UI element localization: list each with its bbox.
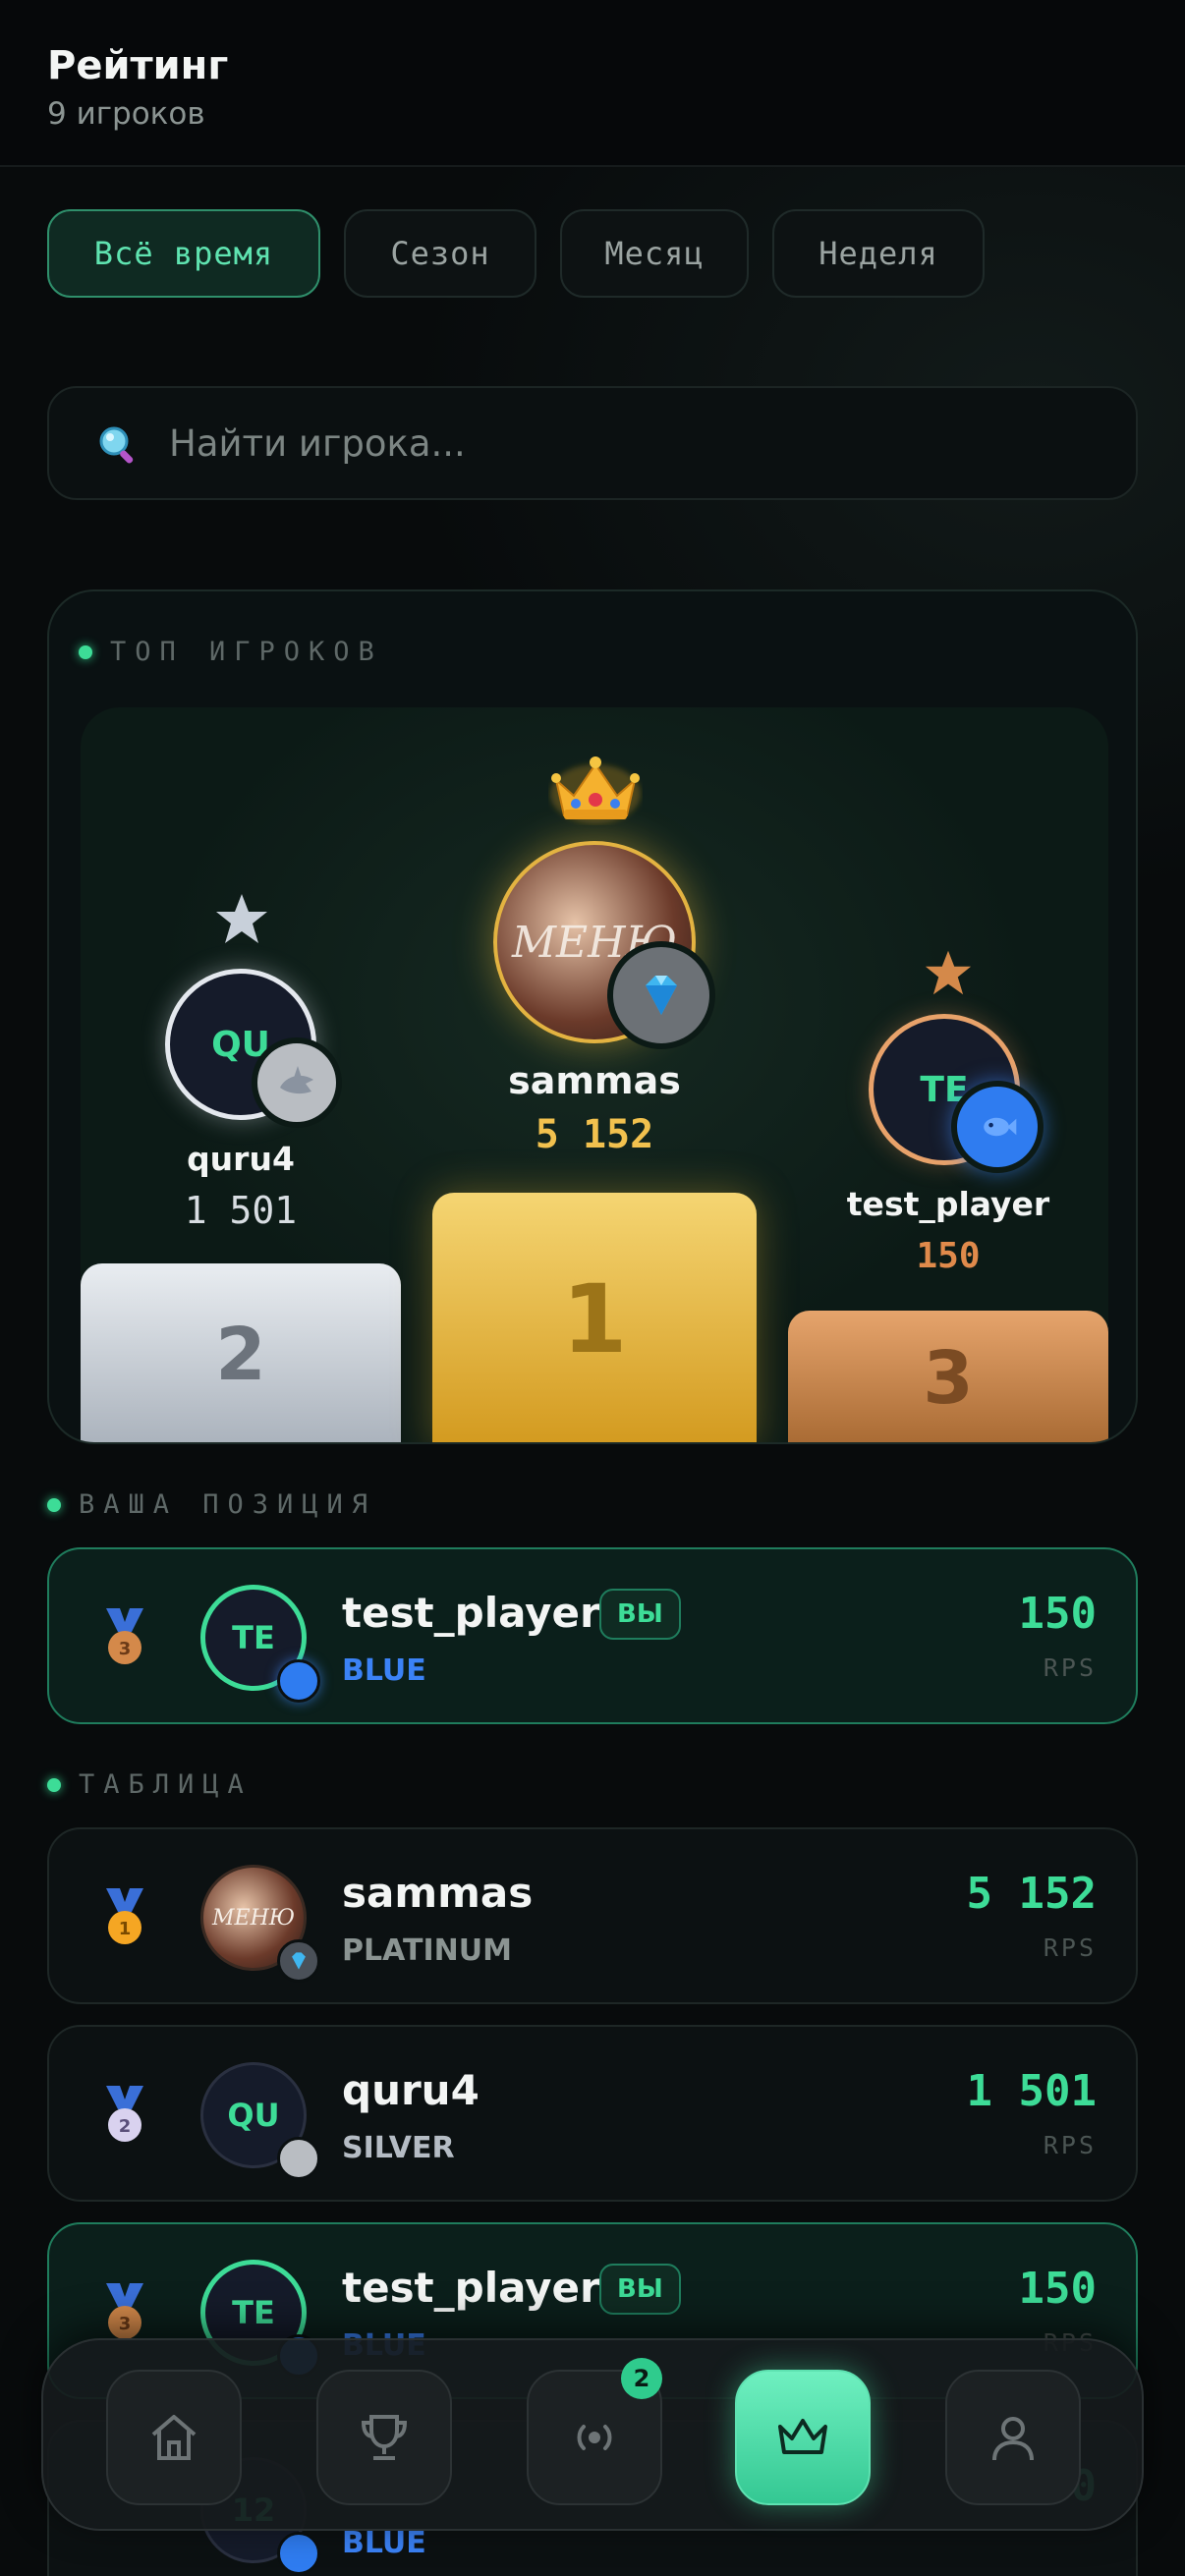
shark-icon [277, 2137, 320, 2180]
podium-score-3: 150 [916, 1236, 981, 1276]
svg-text:1: 1 [119, 1919, 132, 1939]
table-label: ТАБЛИЦА [79, 1769, 253, 1800]
podium-place-2: 2 [215, 1313, 266, 1397]
star-icon [216, 894, 267, 943]
svg-text:3: 3 [119, 2314, 132, 2334]
svg-text:2: 2 [119, 2116, 132, 2137]
heading-dot [47, 1777, 61, 1792]
trophy-icon [361, 2415, 408, 2460]
heading-dot [47, 1497, 61, 1512]
top-players-label: ТОП ИГРОКОВ [110, 637, 383, 667]
podium-place-3: 3 [923, 1336, 974, 1421]
player-name: test_player [342, 2264, 600, 2312]
nav-profile-button[interactable] [945, 2370, 1081, 2505]
table-row[interactable]: 2 QU quru4 SILVER 1 501 RPS [47, 2025, 1138, 2202]
broadcast-icon [577, 2425, 612, 2450]
table-row[interactable]: 1 МЕНЮ sammas PLATINUM 5 152 RPS [47, 1827, 1138, 2004]
search-icon [99, 426, 134, 464]
my-score: 150 [1018, 1589, 1097, 1639]
fish-icon [951, 1081, 1044, 1173]
podium-block-2: 2 [81, 1263, 401, 1442]
crown-icon [550, 756, 641, 823]
svg-text:3: 3 [119, 1639, 132, 1659]
players-count: 9 игроков [47, 96, 205, 132]
my-score-unit: RPS [1043, 1653, 1097, 1682]
notification-badge: 2 [621, 2358, 662, 2399]
bronze-medal-icon: 3 [106, 2283, 143, 2339]
filter-season[interactable]: Сезон [344, 209, 536, 298]
avatar-initials: TE [232, 2294, 275, 2331]
player-name: sammas [342, 1869, 534, 1917]
star-icon [925, 950, 972, 995]
bottom-nav: 2 [41, 2338, 1144, 2531]
player-score: 1 501 [966, 2066, 1097, 2116]
avatar-initials: TE [232, 1619, 275, 1656]
silver-medal-icon: 2 [106, 2086, 143, 2142]
podium-name-2: quru4 [187, 1140, 295, 1178]
player-name: quru4 [342, 2066, 480, 2114]
player-tier: BLUE [342, 2526, 426, 2560]
home-icon [151, 2415, 197, 2460]
crown-icon [778, 2419, 827, 2454]
fish-icon [277, 2532, 320, 2575]
podium-block-1: 1 [432, 1193, 757, 1442]
podium-name-1: sammas [508, 1059, 681, 1102]
my-tier: BLUE [342, 1653, 426, 1688]
avatar-photo-text: МЕНЮ [211, 1905, 296, 1931]
podium: МЕНЮ sammas 5 152 QU quru4 1 501 TE test… [81, 707, 1108, 1442]
avatar-initials: QU [227, 2097, 280, 2134]
page-title: Рейтинг [47, 43, 229, 88]
diamond-icon [277, 1939, 320, 1983]
filter-month[interactable]: Месяц [560, 209, 749, 298]
shark-icon [252, 1037, 342, 1128]
gold-medal-icon: 1 [106, 1888, 143, 1944]
player-tier: PLATINUM [342, 1933, 512, 1968]
fish-icon [277, 1659, 320, 1703]
you-badge: ВЫ [599, 2264, 681, 2315]
player-score: 150 [1018, 2264, 1097, 2314]
podium-place-1: 1 [561, 1264, 628, 1374]
filter-all-time[interactable]: Всё время [47, 209, 320, 298]
search-input[interactable] [169, 388, 1053, 498]
search-box[interactable] [47, 386, 1138, 500]
top-players-heading: ТОП ИГРОКОВ [79, 637, 383, 667]
nav-home-button[interactable] [106, 2370, 242, 2505]
podium-block-3: 3 [788, 1311, 1108, 1442]
my-name: test_player [342, 1589, 600, 1637]
heading-dot [79, 644, 92, 659]
nav-broadcast-button[interactable]: 2 [527, 2358, 662, 2505]
bronze-medal-icon: 3 [106, 1608, 143, 1664]
nav-trophy-button[interactable] [316, 2370, 452, 2505]
nav-rating-button[interactable] [735, 2370, 871, 2505]
player-score: 5 152 [966, 1869, 1097, 1919]
my-position-row[interactable]: 3 TE test_player ВЫ BLUE 150 RPS [47, 1547, 1138, 1724]
score-unit: RPS [1043, 1933, 1097, 1962]
podium-name-3: test_player [846, 1185, 1050, 1223]
podium-score-1: 5 152 [535, 1112, 654, 1157]
diamond-icon [607, 941, 715, 1049]
profile-icon [992, 2417, 1034, 2461]
header: Рейтинг 9 игроков [0, 0, 1185, 167]
score-unit: RPS [1043, 2131, 1097, 2159]
filter-week[interactable]: Неделя [772, 209, 985, 298]
player-tier: SILVER [342, 2131, 455, 2165]
your-position-label: ВАША ПОЗИЦИЯ [79, 1489, 377, 1520]
you-badge: ВЫ [599, 1589, 681, 1640]
top-players-card: ТОП ИГРОКОВ МЕНЮ sammas 5 152 QU quru4 1… [47, 589, 1138, 1444]
podium-score-2: 1 501 [184, 1189, 298, 1232]
your-position-heading: ВАША ПОЗИЦИЯ [47, 1489, 376, 1520]
table-heading: ТАБЛИЦА [47, 1769, 253, 1800]
